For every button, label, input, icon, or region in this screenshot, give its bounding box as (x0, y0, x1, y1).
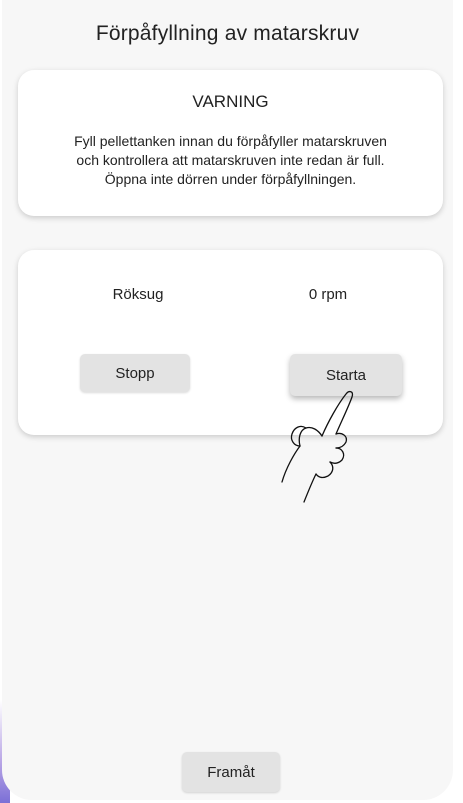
warning-text: Fyll pellettanken innan du förpåfyller m… (24, 132, 437, 189)
start-button[interactable]: Starta (290, 354, 402, 396)
warning-line: Öppna inte dörren under förpåfyllningen. (104, 171, 357, 187)
fan-speed-value: 0 rpm (308, 286, 348, 303)
stop-button[interactable]: Stopp (80, 354, 190, 392)
fan-label: Röksug (112, 286, 164, 303)
screen: Förpåfyllning av matarskruv VARNING Fyll… (2, 0, 453, 800)
warning-card: VARNING Fyll pellettanken innan du förpå… (18, 70, 443, 216)
fan-control-card: Röksug 0 rpm Stopp Starta (18, 250, 443, 435)
warning-heading: VARNING (192, 92, 269, 111)
warning-line: Fyll pellettanken innan du förpåfyller m… (74, 133, 387, 149)
warning-line: och kontrollera att matarskruven inte re… (76, 152, 385, 168)
page-title: Förpåfyllning av matarskruv (95, 22, 360, 45)
device-frame: Förpåfyllning av matarskruv VARNING Fyll… (0, 0, 463, 803)
forward-button[interactable]: Framåt (182, 752, 280, 792)
